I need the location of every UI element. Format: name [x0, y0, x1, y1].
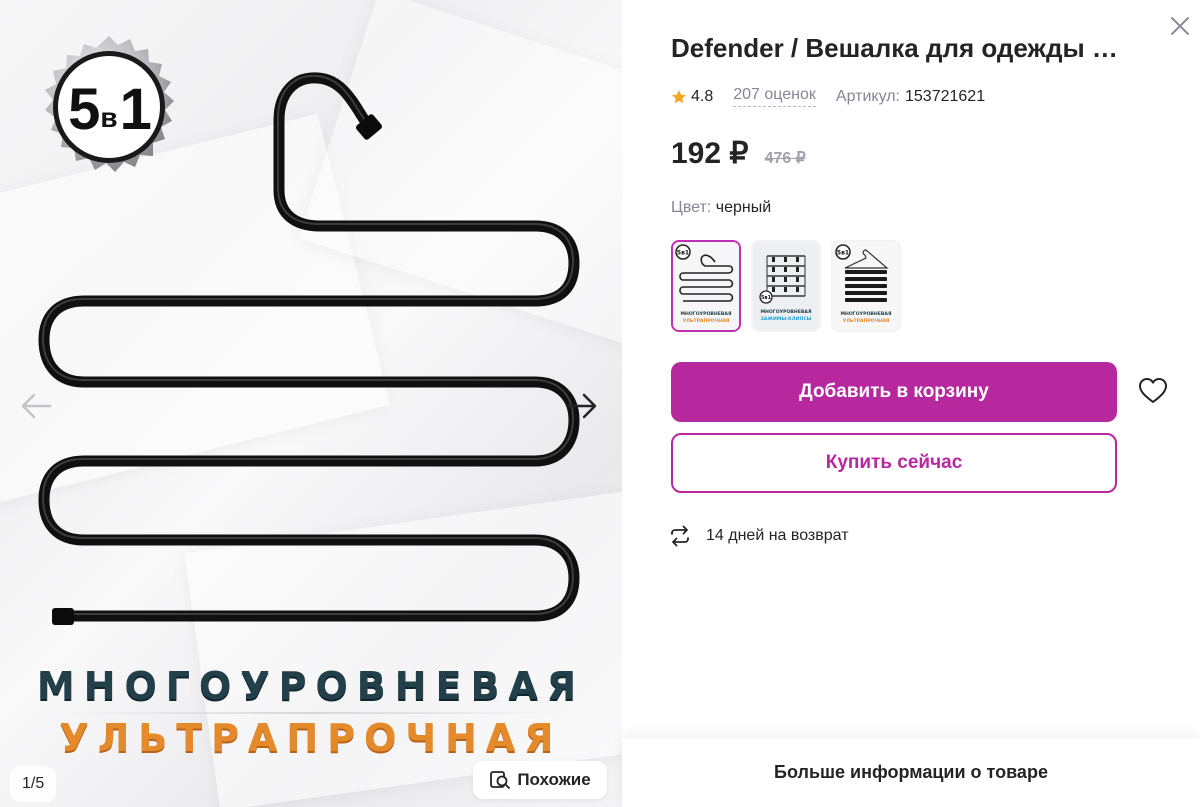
- promo-title-ultrastrong: УЛЬТРАПРОЧНАЯ: [59, 716, 563, 760]
- gallery-next-button[interactable]: [560, 384, 604, 428]
- variant-caption: МНОГОУРОВНЕВАЯ: [840, 311, 892, 317]
- product-title[interactable]: Defender / Вешалка для одежды …: [671, 33, 1151, 64]
- price-current: 192 ₽: [671, 137, 749, 170]
- star-icon: [672, 89, 686, 103]
- variant-thumbnail[interactable]: 5в1 МНОГОУРОВНЕВАЯ ЗАЖИМЫ-КЛИПСЫ: [751, 240, 821, 332]
- variant-caption: МНОГОУРОВНЕВАЯ: [680, 311, 732, 317]
- return-policy: 14 дней на возврат: [668, 524, 849, 548]
- variant-badge: 5в1: [761, 295, 772, 301]
- rating-value: 4.8: [691, 87, 714, 105]
- gallery-prev-button[interactable]: [14, 384, 58, 428]
- reviews-link[interactable]: 207 оценок: [733, 86, 816, 107]
- color-row: Цвет: черный: [671, 199, 771, 217]
- variant-caption: МНОГОУРОВНЕВАЯ: [760, 309, 812, 315]
- article-value[interactable]: 153721621: [905, 88, 985, 106]
- arrow-right-icon: [566, 393, 597, 419]
- product-info-panel: Defender / Вешалка для одежды … 4.8 207 …: [622, 0, 1200, 807]
- similar-products-label: Похожие: [517, 770, 591, 789]
- heart-icon[interactable]: [1136, 374, 1170, 408]
- more-info-button[interactable]: Больше информации о товаре: [622, 738, 1200, 807]
- similar-products-button[interactable]: Похожие: [473, 761, 607, 799]
- variant-thumbnail[interactable]: 5в1 МНОГОУРОВНЕВАЯ УЛЬТРАПРОЧНАЯ: [671, 240, 741, 332]
- variant-thumbnail[interactable]: 5в1 МНОГОУРОВНЕВАЯ УЛЬТРАПРОЧНАЯ: [831, 240, 901, 332]
- close-icon[interactable]: [1166, 12, 1194, 40]
- buy-now-button[interactable]: Купить сейчас: [671, 433, 1117, 493]
- article-label: Артикул:: [835, 87, 900, 105]
- gallery-counter: 1/5: [10, 766, 57, 802]
- variant-badge: 5в1: [677, 250, 689, 257]
- product-quick-view-modal: 5 в 1 МНОГОУРОВНЕВАЯ УЛЬТРАПРОЧНАЯ 1/5 П…: [0, 0, 1200, 807]
- rating-row: 4.8 207 оценок Артикул: 153721621: [671, 86, 985, 107]
- search-similar-icon: [490, 771, 511, 789]
- variant-badge: 5в1: [837, 250, 849, 257]
- variant-image: 5в1 МНОГОУРОВНЕВАЯ УЛЬТРАПРОЧНАЯ: [833, 242, 899, 330]
- color-label: Цвет:: [671, 199, 712, 216]
- variant-image: 5в1 МНОГОУРОВНЕВАЯ ЗАЖИМЫ-КЛИПСЫ: [753, 242, 819, 330]
- variant-caption: УЛЬТРАПРОЧНАЯ: [843, 318, 890, 324]
- return-arrows-icon: [671, 525, 689, 547]
- arrow-left-icon: [21, 393, 52, 419]
- variant-caption: УЛЬТРАПРОЧНАЯ: [683, 318, 730, 324]
- return-policy-label: 14 дней на возврат: [706, 527, 849, 544]
- divider: [60, 712, 560, 714]
- variant-image: 5в1 МНОГОУРОВНЕВАЯ УЛЬТРАПРОЧНАЯ: [673, 242, 739, 330]
- product-gallery[interactable]: 5 в 1 МНОГОУРОВНЕВАЯ УЛЬТРАПРОЧНАЯ 1/5 П…: [0, 0, 622, 807]
- color-value: черный: [715, 199, 772, 216]
- promo-title-multilevel: МНОГОУРОВНЕВАЯ: [36, 664, 586, 708]
- variant-caption: ЗАЖИМЫ-КЛИПСЫ: [761, 316, 812, 322]
- price-row: 192 ₽ 476 ₽: [671, 136, 806, 171]
- add-to-cart-button[interactable]: Добавить в корзину: [671, 362, 1117, 422]
- variant-selector: 5в1 МНОГОУРОВНЕВАЯ УЛЬТРАПРОЧНАЯ 5в1 МНО…: [671, 240, 901, 332]
- price-old: 476 ₽: [764, 150, 806, 167]
